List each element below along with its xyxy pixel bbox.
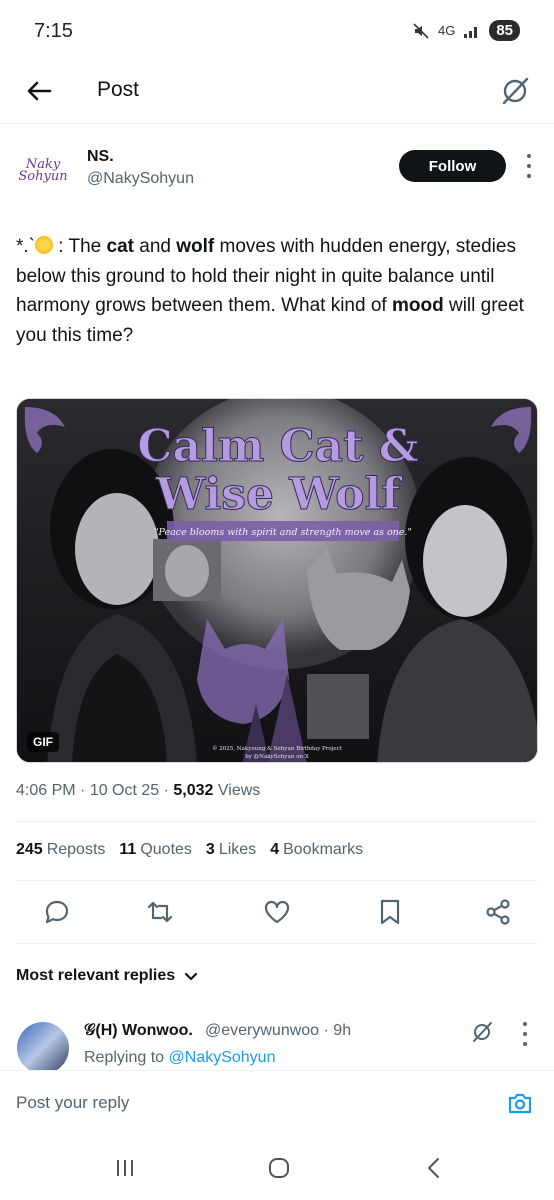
bookmarks-stat[interactable]: 4 Bookmarks	[270, 841, 363, 859]
tweet-media-gif[interactable]: Calm Cat & Wise Wolf "Peace blooms with …	[16, 398, 538, 763]
reply-composer[interactable]: Post your reply	[0, 1070, 554, 1134]
share-icon[interactable]	[483, 897, 513, 927]
reply-icon[interactable]	[42, 897, 72, 927]
sun-emoji-icon	[35, 236, 53, 254]
camera-icon[interactable]	[506, 1089, 534, 1117]
quotes-stat[interactable]: 11 Quotes	[119, 841, 192, 859]
chevron-down-icon	[185, 972, 198, 981]
views-label: Views	[217, 782, 261, 799]
status-icons: 4G 85	[412, 20, 520, 41]
tweet-prefix: *.`	[16, 236, 35, 257]
bookmark-icon[interactable]	[375, 897, 405, 927]
divider	[16, 943, 538, 944]
repost-icon[interactable]	[145, 897, 175, 927]
media-title-line2: Wise Wolf	[155, 469, 403, 520]
follow-button[interactable]: Follow	[399, 150, 506, 182]
post-date: 10 Oct 25	[89, 782, 160, 799]
network-type: 4G	[437, 23, 456, 38]
tweet-bold-cat: cat	[106, 236, 134, 257]
more-options-icon[interactable]	[524, 154, 534, 178]
back-nav-icon[interactable]	[422, 1156, 446, 1180]
app-header: Post	[0, 62, 554, 124]
action-bar	[0, 893, 554, 933]
reply-item[interactable]: 𝒢(H) Wonwoo. @everywunwoo · 9h Replying …	[0, 1018, 554, 1070]
tweet-text-part: and	[133, 236, 177, 257]
grok-icon[interactable]	[498, 74, 532, 108]
reposts-stat[interactable]: 245 Reposts	[16, 841, 105, 859]
reply-input[interactable]: Post your reply	[16, 1093, 129, 1113]
status-time: 7:15	[34, 20, 73, 42]
views-count: 5,032	[173, 782, 214, 799]
likes-stat[interactable]: 3 Likes	[206, 841, 256, 859]
author-row: Naky Sohyun NS. @NakySohyun Follow	[0, 142, 554, 202]
tweet-text-part: : The	[53, 236, 107, 257]
media-credit-line2: by @NakySohyun on X	[245, 753, 309, 760]
divider	[16, 880, 538, 881]
media-credit-line1: © 2025, Nakyoung & Sohyun Birthday Proje…	[212, 745, 343, 752]
grok-icon[interactable]	[470, 1020, 494, 1044]
back-arrow-icon[interactable]	[24, 76, 54, 106]
reply-author-name[interactable]: 𝒢(H) Wonwoo.	[84, 1022, 193, 1040]
author-handle[interactable]: @NakySohyun	[87, 170, 194, 188]
author-avatar[interactable]: Naky Sohyun	[17, 145, 69, 197]
tweet-bold-wolf: wolf	[176, 236, 215, 257]
tweet-text: *.` : The cat and wolf moves with hudden…	[16, 232, 538, 350]
gif-badge: GIF	[27, 732, 59, 752]
divider	[16, 821, 538, 822]
engagement-stats: 245 Reposts 11 Quotes 3 Likes 4 Bookmarks	[16, 841, 363, 859]
system-nav-bar	[0, 1134, 554, 1200]
home-icon[interactable]	[267, 1156, 291, 1180]
recent-apps-icon[interactable]	[113, 1156, 137, 1180]
like-icon[interactable]	[262, 897, 292, 927]
tweet-bold-mood: mood	[391, 295, 444, 316]
media-tagline: "Peace blooms with spirit and strength m…	[154, 527, 412, 538]
battery-indicator: 85	[489, 20, 520, 41]
post-time: 4:06 PM	[16, 782, 76, 799]
media-artwork: Calm Cat & Wise Wolf "Peace blooms with …	[17, 399, 537, 762]
author-name[interactable]: NS.	[87, 148, 114, 166]
media-title-line1: Calm Cat &	[137, 421, 418, 472]
post-meta: 4:06 PM · 10 Oct 25 · 5,032 Views	[16, 782, 261, 799]
reply-author-meta: @everywunwoo · 9h	[205, 1022, 352, 1039]
reply-avatar[interactable]	[17, 1022, 69, 1070]
page-title: Post	[97, 78, 140, 101]
replies-heading: Most relevant replies	[16, 967, 176, 984]
reply-replying-to: Replying to @NakySohyun	[84, 1049, 276, 1066]
replies-sort-dropdown[interactable]: Most relevant replies	[16, 967, 199, 985]
replying-to-link[interactable]: @NakySohyun	[169, 1049, 276, 1066]
status-bar: 7:15 4G 85	[0, 0, 554, 62]
signal-icon	[464, 26, 478, 38]
reply-more-options-icon[interactable]	[520, 1022, 530, 1046]
mute-icon	[413, 22, 429, 39]
